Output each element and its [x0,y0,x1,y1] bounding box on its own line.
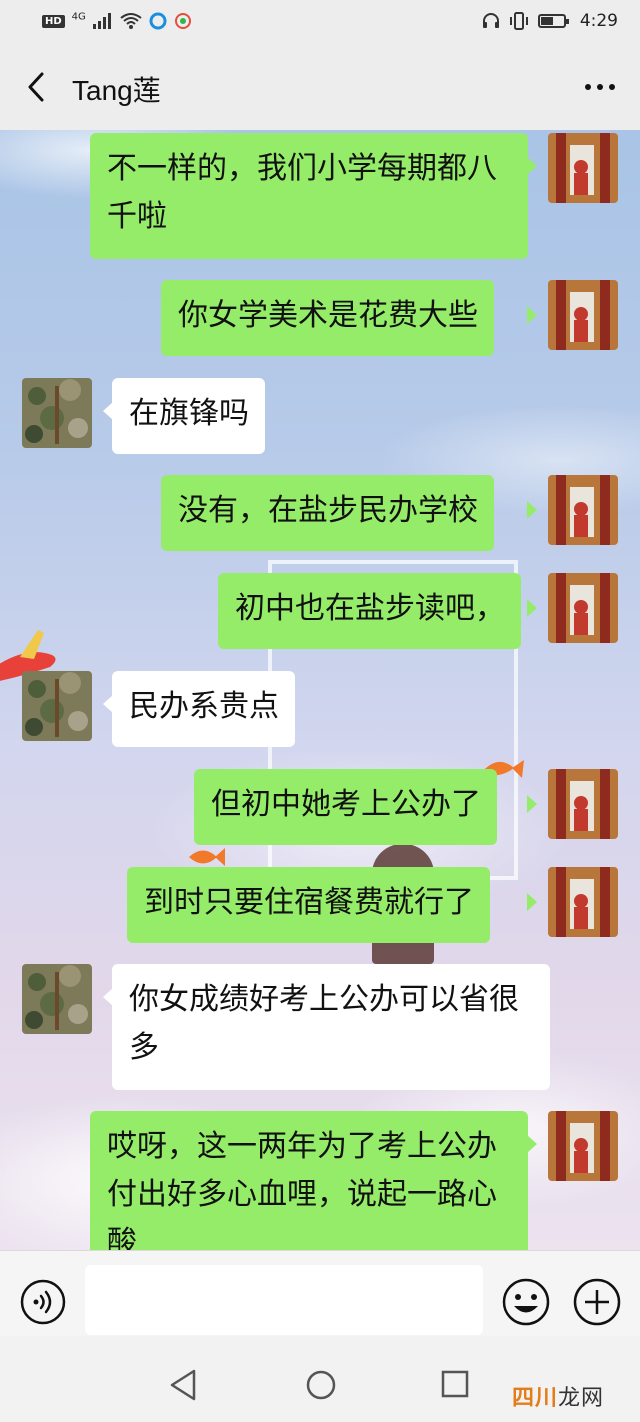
message-bubble-received[interactable]: 民办系贵点 [112,671,295,747]
bubble-tail [527,795,537,813]
message-bubble-sent[interactable]: 你女学美术是花费大些 [161,280,494,356]
nav-recent-icon[interactable] [441,1370,469,1398]
message-input[interactable] [85,1265,483,1335]
message-bubble-received[interactable]: 在旗锋吗 [112,378,265,454]
avatar-self[interactable] [548,475,618,545]
message-bubble-sent[interactable]: 不一样的，我们小学每期都八千啦 [90,133,528,259]
avatar-self[interactable] [548,1111,618,1181]
bubble-tail [527,157,537,175]
headset-icon [482,13,499,28]
status-bar: HD 4G 4:29 [0,0,640,44]
message-bubble-sent[interactable]: 哎呀，这一两年为了考上公办付出好多心血哩，说起一路心酸 [90,1111,528,1250]
battery-icon [537,14,569,28]
hd-badge: HD [42,14,65,28]
avatar-contact[interactable] [22,964,92,1034]
input-bar [0,1250,640,1337]
avatar-contact[interactable] [22,378,92,448]
chat-header: Tang莲 [0,44,640,130]
bubble-tail [527,599,537,617]
bubble-tail [527,306,537,324]
emoji-icon[interactable] [501,1277,551,1327]
app-notification-icon [149,12,167,30]
bubble-tail [527,501,537,519]
avatar-self[interactable] [548,867,618,937]
avatar-self[interactable] [548,133,618,203]
message-bubble-sent[interactable]: 没有，在盐步民办学校 [161,475,494,551]
message-bubble-sent[interactable]: 但初中她考上公办了 [194,769,497,845]
chat-title: Tang莲 [72,75,161,106]
nav-home-icon[interactable] [305,1369,337,1401]
bubble-tail [527,893,537,911]
back-icon[interactable] [22,68,52,106]
status-left: HD 4G [42,11,192,31]
avatar-contact[interactable] [22,671,92,741]
plus-icon[interactable] [572,1277,622,1327]
message-bubble-sent[interactable]: 到时只要住宿餐费就行了 [127,867,490,943]
avatar-self[interactable] [548,280,618,350]
network-type: 4G [71,11,86,23]
voice-icon[interactable] [19,1278,67,1326]
avatar-self[interactable] [548,573,618,643]
system-nav-bar: 四川龙网 [0,1336,640,1422]
message-bubble-sent[interactable]: 初中也在盐步读吧， [218,573,521,649]
nav-back-icon[interactable] [168,1368,198,1402]
chat-area[interactable]: 不一样的，我们小学每期都八千啦 你女学美术是花费大些 在旗锋吗 没有，在盐步民办… [0,130,640,1250]
status-right: 4:29 [482,11,618,31]
watermark: 四川龙网 [512,1386,605,1411]
clock: 4:29 [579,11,618,31]
more-icon[interactable] [580,72,620,102]
app-notification-icon-2 [174,13,191,29]
message-bubble-received[interactable]: 你女成绩好考上公办可以省很多 [112,964,550,1090]
avatar-self[interactable] [548,769,618,839]
vibrate-icon [509,12,528,30]
wifi-icon [120,13,142,29]
signal-icon [92,13,113,29]
bubble-tail [527,1135,537,1153]
